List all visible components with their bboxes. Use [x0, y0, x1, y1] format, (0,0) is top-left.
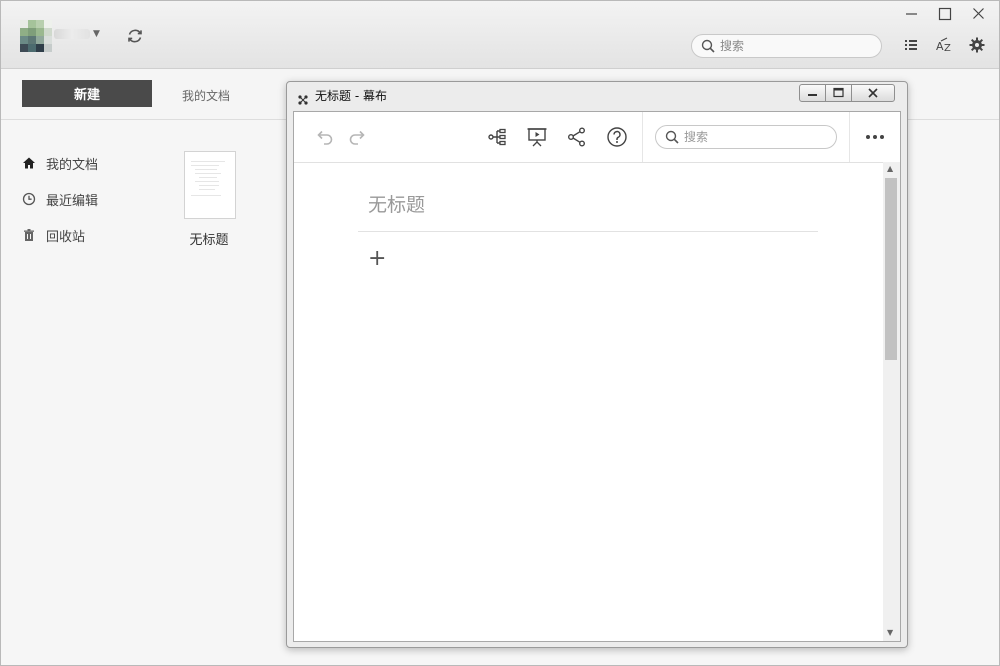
- editor-content: 无标题 + ▲ ▼: [293, 111, 901, 642]
- minimize-icon[interactable]: [799, 84, 826, 102]
- sidebar-item-trash[interactable]: 回收站: [22, 225, 85, 245]
- title-bar: ▼ AZ: [1, 1, 999, 69]
- toolbar-divider: [849, 112, 850, 162]
- scrollbar-thumb[interactable]: [885, 178, 897, 360]
- presentation-icon[interactable]: [526, 126, 548, 148]
- editor-window: 无标题 - 幕布 搜索 无标题 + ▲ ▼: [286, 81, 908, 648]
- sidebar-item-label: 回收站: [46, 229, 86, 245]
- clock-icon: [22, 192, 36, 206]
- window-title: 无标题 - 幕布: [315, 89, 387, 103]
- sort-az-icon[interactable]: AZ: [935, 36, 953, 54]
- minimize-icon[interactable]: [900, 5, 924, 23]
- account-dropdown-icon[interactable]: ▼: [93, 29, 100, 39]
- add-node-button[interactable]: +: [368, 248, 386, 270]
- close-icon[interactable]: [851, 84, 895, 102]
- editor-toolbar: [294, 112, 900, 163]
- sidebar-item-recent[interactable]: 最近编辑: [22, 189, 98, 209]
- editor-search-field[interactable]: [655, 125, 837, 149]
- share-icon[interactable]: [566, 126, 588, 148]
- mindmap-icon[interactable]: [487, 126, 509, 148]
- breadcrumb: 我的文档: [182, 89, 231, 103]
- app-logo-icon: [297, 91, 309, 105]
- scroll-down-icon[interactable]: ▼: [887, 628, 893, 637]
- close-icon[interactable]: [967, 5, 991, 23]
- document-title[interactable]: 无标题: [368, 190, 425, 217]
- search-icon: [665, 130, 679, 144]
- sync-icon[interactable]: [125, 26, 145, 46]
- vertical-scrollbar[interactable]: ▲ ▼: [883, 162, 900, 641]
- home-icon: [23, 157, 35, 169]
- document-name[interactable]: 无标题: [184, 229, 234, 248]
- document-thumbnail[interactable]: [184, 151, 236, 219]
- new-button[interactable]: 新建: [22, 80, 152, 107]
- sidebar-item-label: 我的文档: [46, 157, 99, 173]
- redo-icon[interactable]: [347, 126, 369, 148]
- maximize-icon[interactable]: [933, 5, 957, 23]
- help-icon[interactable]: [606, 126, 628, 148]
- sidebar-item-label: 最近编辑: [46, 193, 99, 209]
- search-icon: [701, 39, 715, 53]
- editor-search-input[interactable]: [682, 127, 826, 147]
- trash-icon: [24, 229, 34, 241]
- svg-text:A: A: [936, 40, 944, 53]
- toolbar-divider: [642, 112, 643, 162]
- svg-text:Z: Z: [944, 43, 951, 54]
- settings-gear-icon[interactable]: [968, 36, 986, 54]
- undo-icon[interactable]: [313, 126, 335, 148]
- list-view-icon[interactable]: [902, 36, 920, 54]
- scroll-up-icon[interactable]: ▲: [887, 164, 893, 173]
- more-icon[interactable]: [864, 126, 886, 148]
- sidebar-item-my-docs[interactable]: 我的文档: [22, 153, 98, 173]
- title-divider: [358, 231, 818, 232]
- search-input[interactable]: [718, 36, 872, 56]
- avatar[interactable]: [20, 20, 52, 52]
- restore-icon[interactable]: [825, 84, 852, 102]
- username-blurred[interactable]: [54, 29, 90, 39]
- search-field[interactable]: [691, 34, 882, 58]
